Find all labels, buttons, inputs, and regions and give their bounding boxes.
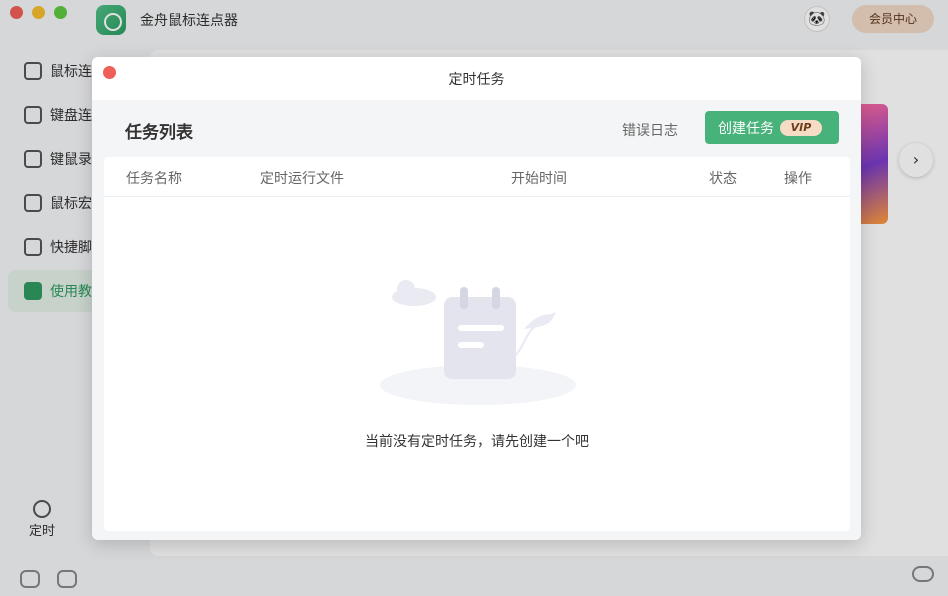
- dialog-header: 定时任务: [92, 57, 861, 100]
- create-task-button[interactable]: 创建任务 VIP: [705, 111, 839, 144]
- column-header-task-name: 任务名称: [126, 171, 182, 187]
- scheduled-task-dialog: 定时任务 任务列表 错误日志 创建任务 VIP 任务名称 定时运行文件 开始时间…: [92, 57, 861, 540]
- column-header-start-time: 开始时间: [511, 171, 567, 187]
- column-header-actions: 操作: [784, 171, 812, 187]
- empty-state-message: 当前没有定时任务，请先创建一个吧: [365, 434, 589, 450]
- create-task-label: 创建任务: [718, 120, 774, 137]
- empty-state-illustration: [380, 280, 576, 405]
- column-header-status: 状态: [709, 171, 737, 187]
- task-list-title: 任务列表: [125, 123, 193, 143]
- vip-badge: VIP: [780, 119, 822, 136]
- error-log-link[interactable]: 错误日志: [622, 120, 678, 140]
- column-header-run-file: 定时运行文件: [260, 171, 344, 187]
- table-header: 任务名称 定时运行文件 开始时间 状态 操作: [104, 157, 850, 197]
- dialog-title: 定时任务: [448, 72, 505, 88]
- task-table: 任务名称 定时运行文件 开始时间 状态 操作 当前没有定时任务，请先创建一个吧: [104, 157, 850, 531]
